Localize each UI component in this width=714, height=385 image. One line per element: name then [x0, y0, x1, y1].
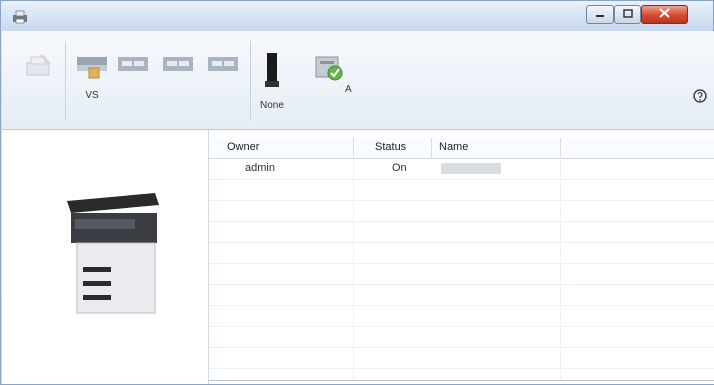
- table-row[interactable]: admin On: [209, 159, 714, 180]
- column-owner-header[interactable]: Owner: [227, 141, 259, 153]
- column-divider: [353, 138, 354, 158]
- checkmark-document-icon: [311, 51, 345, 88]
- toner-label: None: [260, 100, 284, 111]
- scan-tool-button[interactable]: [24, 51, 54, 90]
- close-button[interactable]: [641, 5, 688, 24]
- tray-2-button[interactable]: [161, 51, 195, 90]
- tray-2-icon: [161, 51, 195, 84]
- row-status-cell: On: [392, 162, 407, 174]
- scan-disabled-icon: [24, 51, 54, 84]
- printer-app-icon: [12, 10, 28, 24]
- minimize-button[interactable]: [586, 5, 614, 24]
- toner-button[interactable]: None: [260, 51, 284, 111]
- printer-device-image: [57, 175, 167, 318]
- column-gridline: [353, 158, 354, 380]
- column-status-header[interactable]: Status: [375, 141, 406, 153]
- table-row: [209, 243, 714, 264]
- column-gridline: [560, 158, 561, 380]
- help-button[interactable]: [692, 88, 708, 107]
- maximize-button[interactable]: [614, 5, 641, 24]
- column-name-header[interactable]: Name: [439, 141, 468, 153]
- tray-3-button[interactable]: [206, 51, 240, 90]
- column-divider: [560, 138, 561, 158]
- toolbar-separator: [65, 41, 66, 119]
- table-row: [209, 348, 714, 369]
- document-box-button[interactable]: VS: [75, 51, 109, 101]
- title-bar[interactable]: [1, 1, 713, 31]
- toner-cartridge-icon: [262, 51, 282, 94]
- maximize-icon: [622, 8, 633, 21]
- tray-1-button[interactable]: [116, 51, 150, 90]
- job-list-header: Owner Status Name: [209, 138, 714, 159]
- toolbar: VS None A: [2, 31, 714, 130]
- list-bottom-border: [209, 380, 714, 381]
- table-row: [209, 306, 714, 327]
- table-row: [209, 180, 714, 201]
- close-icon: [659, 8, 670, 21]
- document-box-icon: [75, 51, 109, 84]
- help-icon: [692, 89, 708, 107]
- minimize-icon: [595, 9, 605, 21]
- table-row: [209, 285, 714, 306]
- app-window: VS None A Owner Status Name admin On: [0, 0, 714, 385]
- row-owner-cell: admin: [245, 162, 275, 174]
- main-content: Owner Status Name admin On: [2, 130, 714, 384]
- table-row: [209, 264, 714, 285]
- column-divider: [431, 138, 432, 158]
- device-pane: [2, 130, 209, 384]
- tray-3-icon: [206, 51, 240, 84]
- table-row: [209, 201, 714, 222]
- status-check-button[interactable]: A: [305, 51, 352, 95]
- job-list[interactable]: Owner Status Name admin On: [209, 130, 714, 380]
- table-row: [209, 327, 714, 348]
- tray-1-icon: [116, 51, 150, 84]
- status-check-label: A: [345, 84, 352, 95]
- table-row: [209, 222, 714, 243]
- toolbar-separator: [250, 41, 251, 119]
- document-box-label: VS: [85, 90, 99, 101]
- row-name-cell: [441, 163, 501, 174]
